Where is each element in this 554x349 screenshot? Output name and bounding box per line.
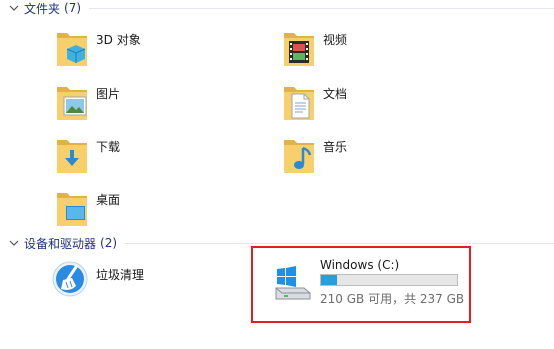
downloads-folder-icon bbox=[54, 134, 90, 178]
drive-usage-fill bbox=[321, 275, 337, 285]
group-count: (2) bbox=[100, 236, 118, 250]
group-divider bbox=[125, 242, 554, 244]
folder-3d-objects[interactable]: 3D 对象 bbox=[54, 27, 141, 71]
music-folder-icon bbox=[281, 134, 317, 178]
folder-label: 文档 bbox=[323, 87, 348, 101]
drive-usage-bar bbox=[320, 274, 458, 286]
folder-label: 下载 bbox=[96, 140, 121, 154]
folder-label: 桌面 bbox=[96, 193, 121, 207]
chevron-down-icon[interactable] bbox=[6, 235, 22, 251]
folder-music[interactable]: 音乐 bbox=[281, 134, 347, 178]
cleanup-label: 垃圾清理 bbox=[96, 268, 145, 282]
group-title: 文件夹 bbox=[24, 1, 61, 16]
folder-label: 音乐 bbox=[323, 140, 348, 154]
3d-objects-folder-icon bbox=[54, 27, 90, 71]
broom-cleanup-icon bbox=[50, 258, 90, 302]
videos-folder-icon bbox=[281, 27, 317, 71]
folder-pictures[interactable]: 图片 bbox=[54, 81, 120, 125]
pictures-folder-icon bbox=[54, 81, 90, 125]
drive-free-space: 210 GB 可用，共 237 GB bbox=[320, 292, 465, 306]
folder-documents[interactable]: 文档 bbox=[281, 81, 347, 125]
group-count: (7) bbox=[64, 1, 82, 15]
folder-downloads[interactable]: 下载 bbox=[54, 134, 120, 178]
folder-videos[interactable]: 视频 bbox=[281, 27, 347, 71]
windows-drive-icon[interactable] bbox=[274, 266, 314, 302]
group-title: 设备和驱动器 bbox=[24, 236, 97, 251]
group-divider bbox=[89, 7, 554, 9]
desktop-folder-icon bbox=[54, 187, 90, 231]
folders-group-header[interactable]: 文件夹 (7) bbox=[0, 0, 554, 18]
cleanup-device[interactable]: 垃圾清理 bbox=[50, 258, 144, 302]
folder-label: 图片 bbox=[96, 87, 121, 101]
folder-label: 3D 对象 bbox=[96, 33, 141, 47]
folder-desktop[interactable]: 桌面 bbox=[54, 187, 120, 231]
chevron-down-icon[interactable] bbox=[6, 0, 22, 16]
documents-folder-icon bbox=[281, 81, 317, 125]
drive-name[interactable]: Windows (C:) bbox=[320, 258, 399, 272]
folder-label: 视频 bbox=[323, 33, 348, 47]
